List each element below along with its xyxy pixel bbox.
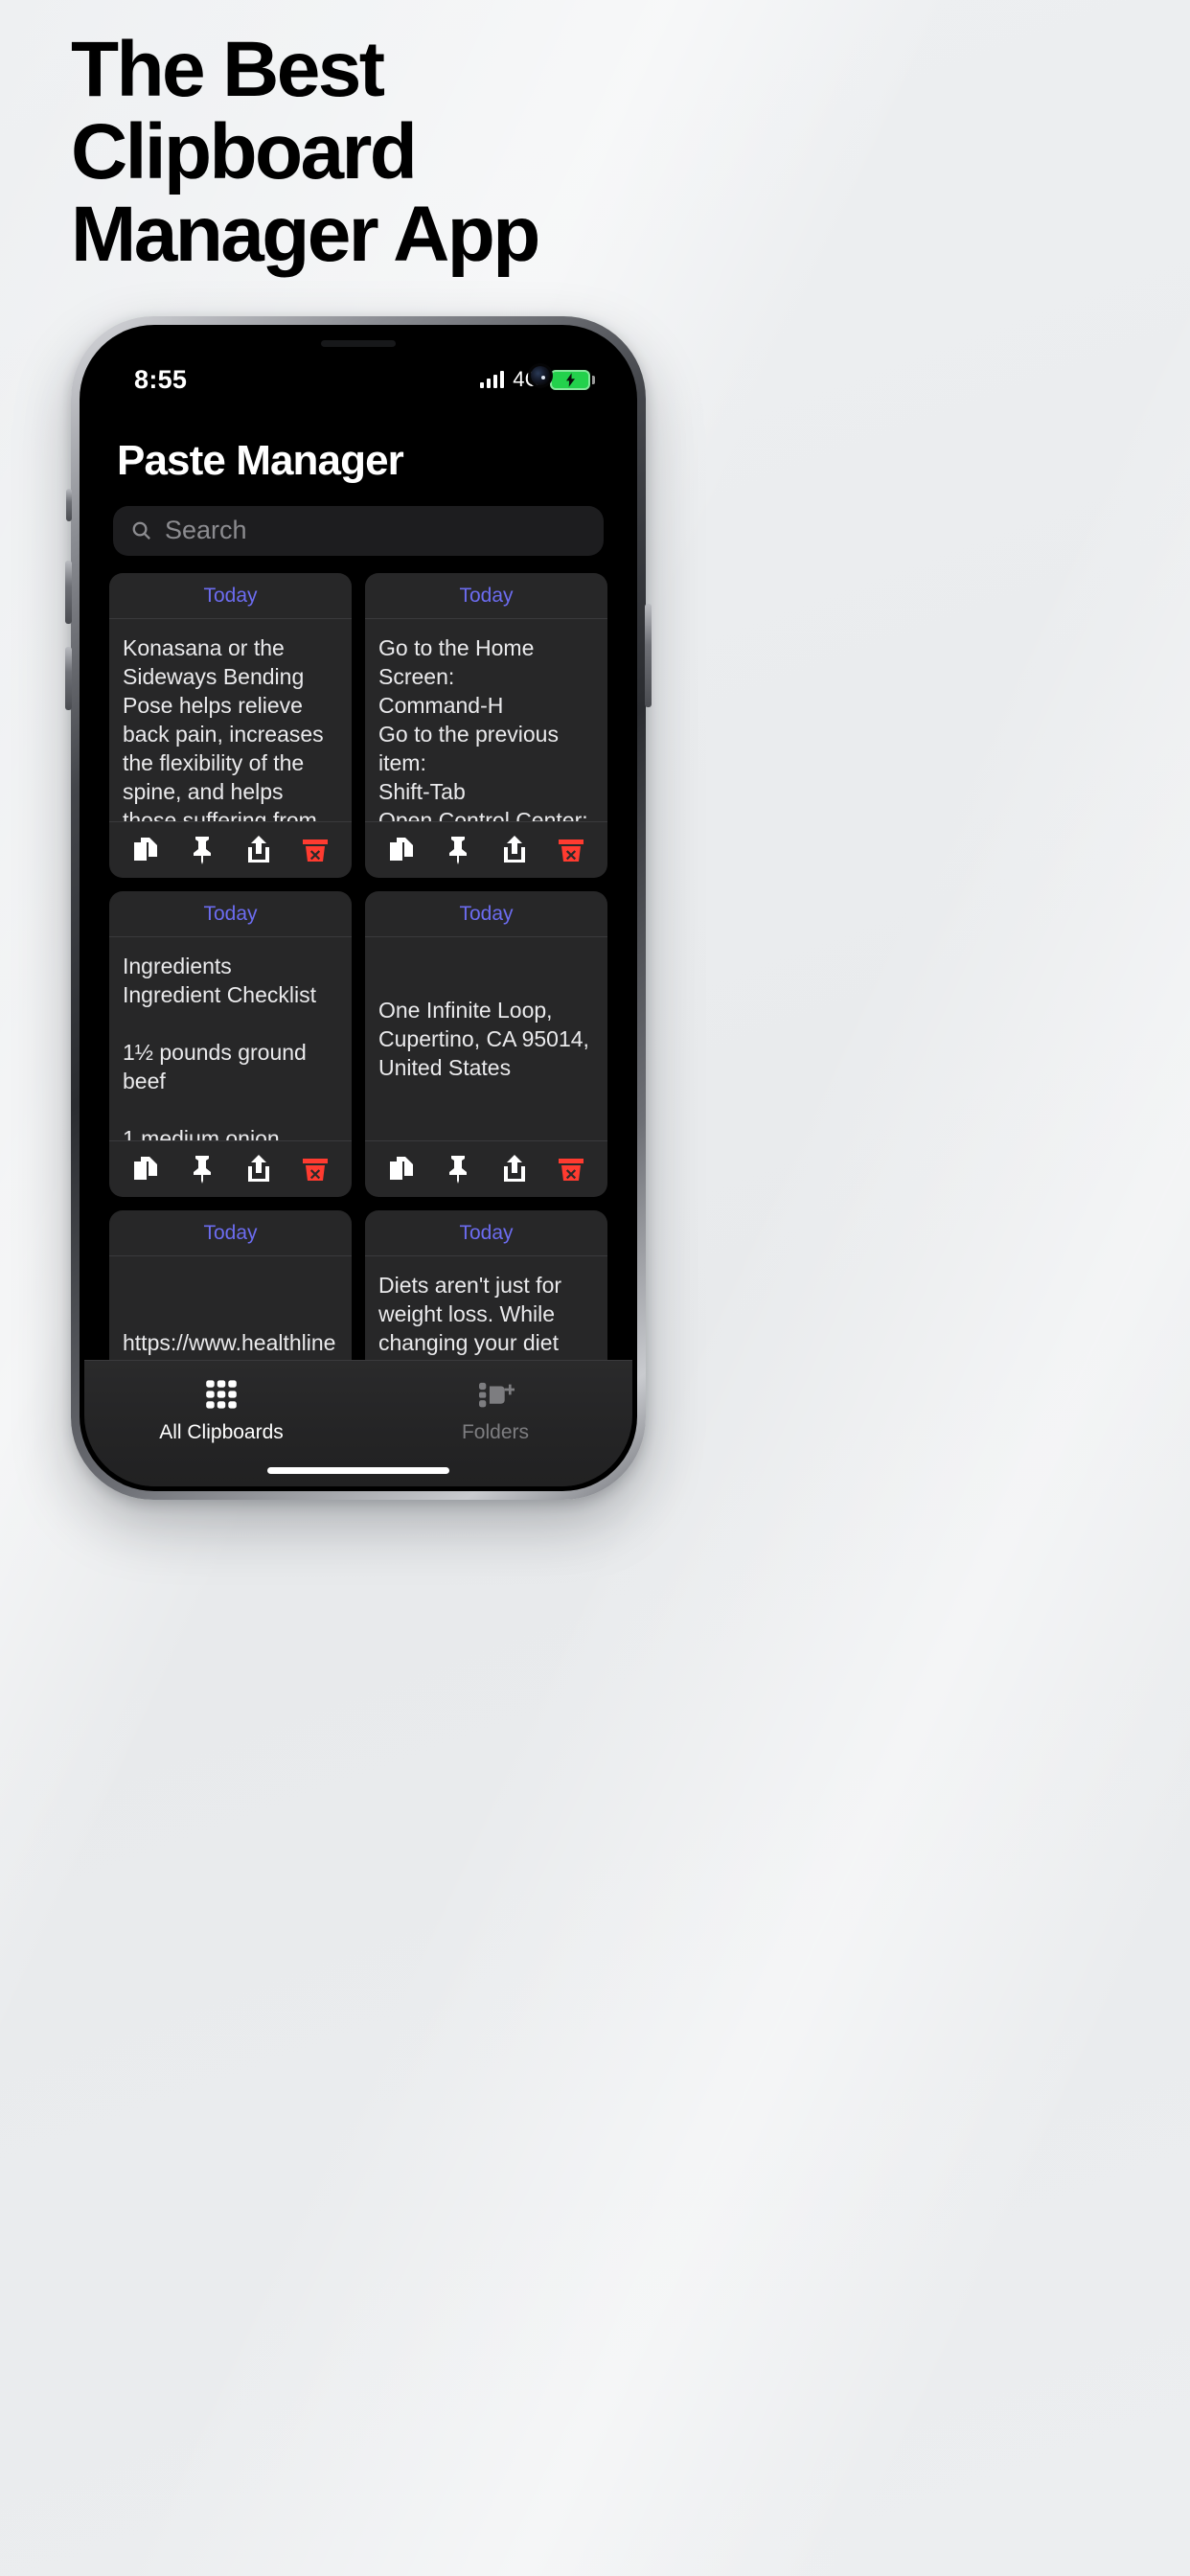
headline-line-3: Manager App	[71, 191, 540, 278]
card-date: Today	[109, 573, 352, 619]
volume-up-button[interactable]	[65, 561, 72, 624]
copy-icon[interactable]	[386, 1153, 417, 1184]
card-actions	[109, 1140, 352, 1197]
tab-label: Folders	[461, 1421, 530, 1443]
pin-icon[interactable]	[443, 1153, 473, 1184]
cellular-bars-icon	[480, 371, 505, 388]
share-icon[interactable]	[499, 834, 530, 864]
clipboard-card[interactable]: Today Konasana or the Sideways Bending P…	[109, 572, 352, 879]
status-time: 8:55	[134, 364, 188, 394]
search-input[interactable]: Search	[165, 516, 247, 545]
earpiece-speaker	[321, 340, 396, 347]
share-icon[interactable]	[499, 1153, 530, 1184]
app-title: Paste Manager	[117, 437, 404, 484]
card-content: Ingredients Ingredient Checklist 1½ poun…	[123, 954, 316, 1140]
battery-charging-icon	[550, 369, 595, 390]
delete-icon[interactable]	[556, 1153, 586, 1184]
clipboard-card[interactable]: Today One Infinite Loop, Cupertino, CA 9…	[365, 891, 607, 1197]
card-content: Go to the Home Screen: Command-H Go to t…	[378, 634, 588, 822]
copy-icon[interactable]	[386, 834, 417, 864]
card-content: Konasana or the Sideways Bending Pose he…	[123, 634, 324, 822]
notch	[244, 330, 472, 364]
share-icon[interactable]	[243, 1153, 274, 1184]
card-date: Today	[365, 573, 607, 619]
headline-line-2: Clipboard	[71, 108, 418, 196]
pin-icon[interactable]	[187, 1153, 217, 1184]
card-actions	[365, 1140, 607, 1197]
card-date: Today	[365, 1210, 607, 1256]
tab-folders[interactable]: Folders	[358, 1361, 632, 1444]
copy-icon[interactable]	[130, 1153, 161, 1184]
front-camera-icon	[531, 366, 550, 385]
card-actions	[109, 821, 352, 878]
search-bar[interactable]: Search	[113, 506, 604, 556]
search-icon	[132, 521, 150, 540]
pin-icon[interactable]	[187, 834, 217, 865]
app-root: Paste Manager Search Today Konasana or t…	[84, 330, 632, 1486]
clipboard-card[interactable]: Today Go to the Home Screen: Command-H G…	[365, 572, 607, 879]
volume-down-button[interactable]	[65, 647, 72, 710]
delete-icon[interactable]	[300, 1153, 331, 1184]
home-indicator[interactable]	[267, 1467, 449, 1474]
tab-all-clipboards[interactable]: All Clipboards	[84, 1361, 358, 1444]
card-date: Today	[365, 891, 607, 938]
copy-icon[interactable]	[130, 834, 161, 864]
power-button[interactable]	[645, 604, 652, 707]
delete-icon[interactable]	[556, 834, 586, 864]
delete-icon[interactable]	[300, 834, 331, 864]
headline-line-1: The Best	[71, 26, 385, 113]
card-actions	[365, 821, 607, 878]
share-icon[interactable]	[243, 834, 274, 864]
card-content: One Infinite Loop, Cupertino, CA 95014, …	[378, 998, 596, 1081]
bolt-glyph	[565, 372, 575, 387]
folder-add-icon	[479, 1382, 515, 1408]
pin-icon[interactable]	[443, 834, 473, 865]
phone-mockup: 8:55 4G Paste Manager Search Today Konas…	[65, 316, 652, 1500]
phone-screen: 8:55 4G Paste Manager Search Today Konas…	[84, 330, 632, 1486]
clipboard-card[interactable]: Today Ingredients Ingredient Checklist 1…	[109, 891, 352, 1197]
phone-bezel: 8:55 4G Paste Manager Search Today Konas…	[80, 325, 637, 1491]
card-date: Today	[109, 1210, 352, 1256]
clipboard-grid: Today Konasana or the Sideways Bending P…	[109, 572, 607, 1486]
tab-label: All Clipboards	[159, 1421, 284, 1443]
silent-switch[interactable]	[66, 489, 72, 521]
card-date: Today	[109, 891, 352, 938]
page-title: The Best Clipboard Manager App	[71, 29, 742, 276]
grid-icon	[206, 1380, 237, 1409]
